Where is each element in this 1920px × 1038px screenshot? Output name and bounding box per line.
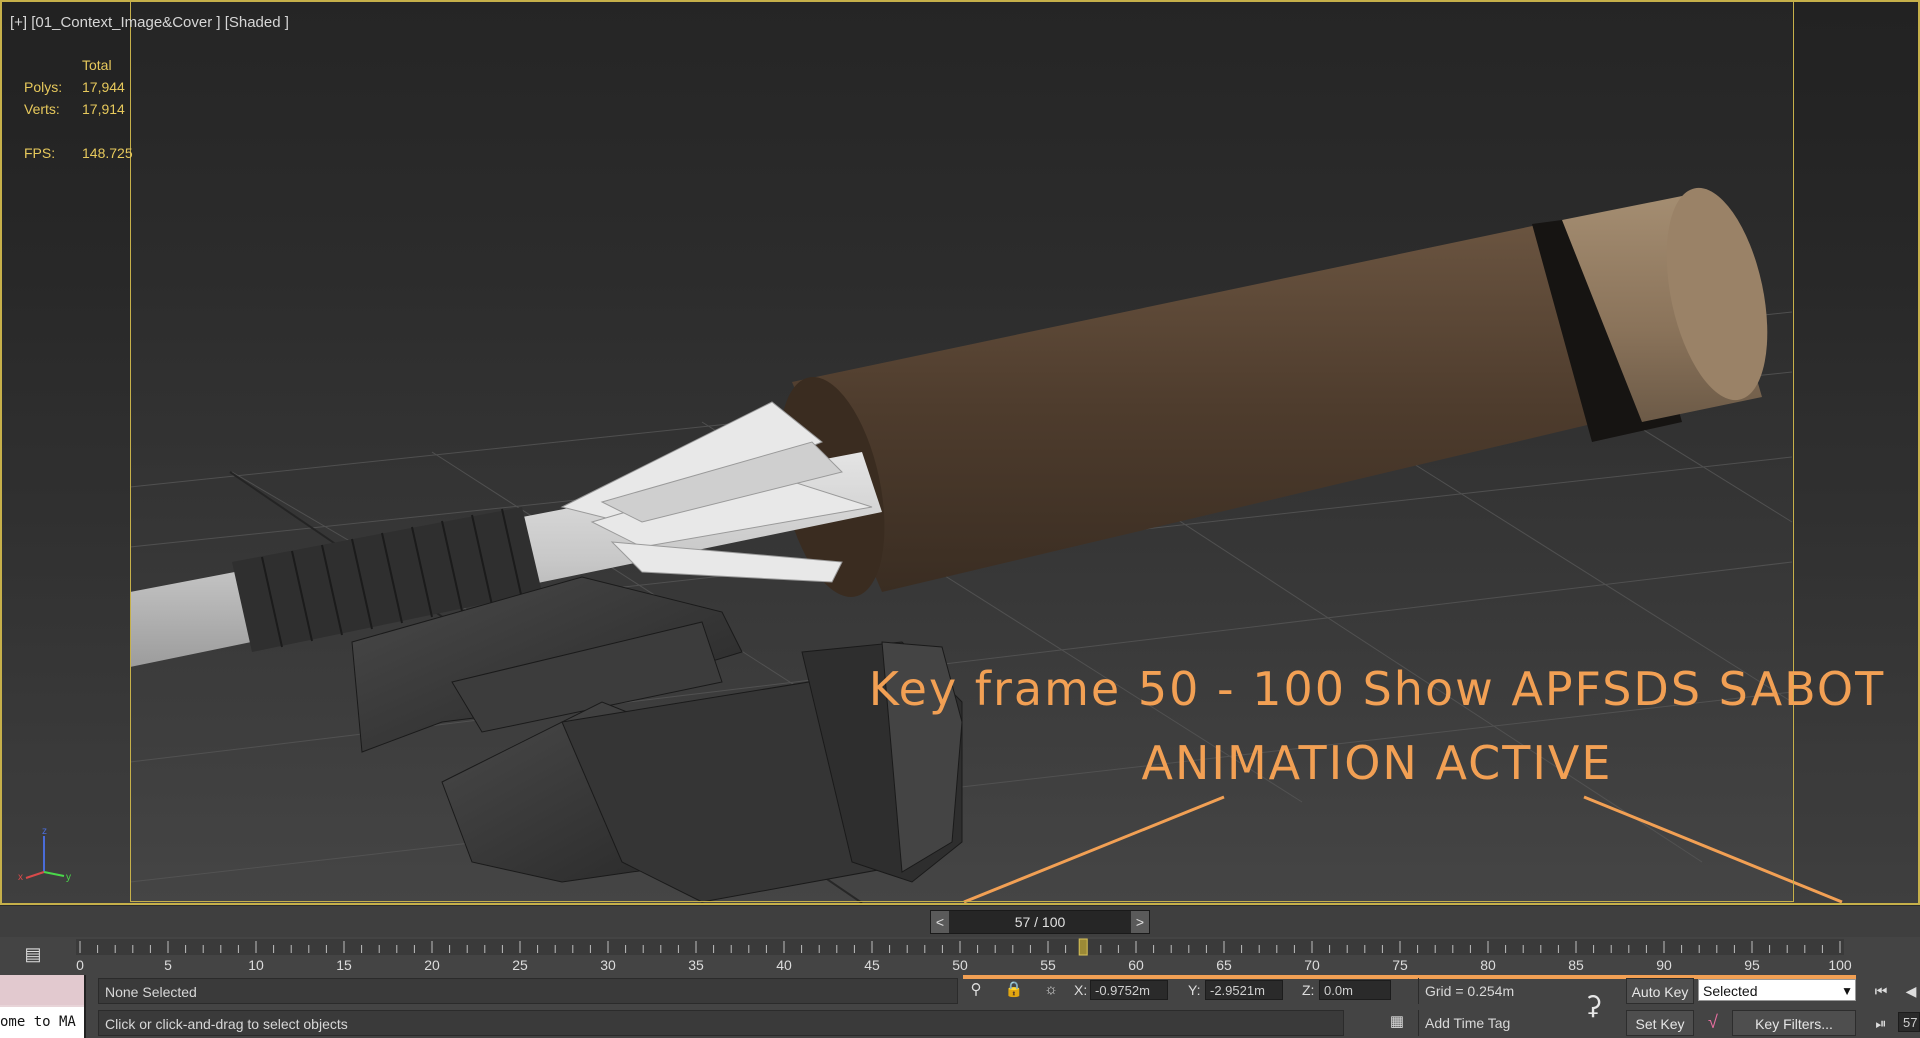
status-bar: ome to MA None Selected Click or click-a…: [0, 975, 1920, 1038]
ruler-tick-label: 70: [1304, 957, 1320, 973]
ruler-tick-label: 100: [1828, 957, 1852, 973]
ruler-tick-label: 90: [1656, 957, 1672, 973]
ruler-tick-label: 30: [600, 957, 616, 973]
axis-x-label: x: [18, 872, 23, 882]
frame-counter: 57 / 100: [1014, 914, 1066, 930]
ruler-tick-label: 20: [424, 957, 440, 973]
polys-label: Polys:: [24, 79, 63, 95]
absolute-mode-transform-icon[interactable]: ☼: [1040, 979, 1062, 1001]
time-slider[interactable]: < 57 / 100 >: [0, 905, 1920, 938]
annotation-line-1: Key frame 50 - 100 Show APFSDS SABOT: [868, 662, 1886, 716]
time-tag-icon[interactable]: ▦: [1386, 1011, 1408, 1033]
selection-lock-icon[interactable]: 🔒: [1003, 979, 1025, 1001]
add-time-tag-button[interactable]: Add Time Tag: [1418, 1010, 1559, 1036]
key-icon[interactable]: ⚳: [1568, 985, 1618, 1025]
z-coordinate-label: Z:: [1302, 982, 1315, 998]
maxscript-output[interactable]: [0, 975, 84, 1005]
polys-value: 17,944: [82, 79, 125, 95]
verts-value: 17,914: [82, 101, 125, 117]
previous-key-icon[interactable]: ◀: [1898, 979, 1920, 1003]
selection-status: None Selected: [98, 978, 958, 1004]
ruler-tick-label: 40: [776, 957, 792, 973]
isolate-selection-icon[interactable]: ⚲: [965, 979, 987, 1001]
frame-ruler[interactable]: 0 5 10 15 20 25 30 35 40 45 50 55 60 65 70 75 80 85 90 95 10…: [0, 937, 1920, 975]
key-mode-select[interactable]: Selected ▼: [1698, 979, 1856, 1001]
maxscript-input[interactable]: ome to MA: [0, 1007, 84, 1038]
next-frame-button[interactable]: >: [1131, 911, 1149, 933]
verts-label: Verts:: [24, 101, 60, 117]
curve-editor-icon[interactable]: √: [1700, 1009, 1726, 1035]
z-coordinate-field[interactable]: 0.0m: [1319, 980, 1391, 1000]
auto-key-button[interactable]: Auto Key: [1626, 978, 1694, 1004]
ruler-tick-label: 25: [512, 957, 528, 973]
x-coordinate-label: X:: [1074, 982, 1088, 998]
ruler-tick-label: 15: [336, 957, 352, 973]
key-mode-value: Selected: [1703, 983, 1758, 999]
perspective-viewport[interactable]: [+] [01_Context_Image&Cover ] [Shaded ] …: [0, 0, 1920, 905]
previous-frame-button[interactable]: <: [931, 911, 949, 933]
chevron-down-icon: ▼: [1841, 984, 1853, 998]
current-frame-marker: [1078, 938, 1088, 956]
viewport-label-menu[interactable]: [+] [01_Context_Image&Cover ] [Shaded ]: [10, 14, 289, 31]
stats-header: Total: [82, 57, 112, 73]
ruler-tick-label: 35: [688, 957, 704, 973]
go-to-start-icon[interactable]: ⏮: [1868, 979, 1894, 1003]
ruler-tick-label: 95: [1744, 957, 1760, 973]
ruler-tick-label: 45: [864, 957, 880, 973]
maxscript-listener[interactable]: ome to MA: [0, 975, 86, 1038]
annotation-line-2: ANIMATION ACTIVE: [1141, 736, 1613, 790]
axis-gizmo-icon: z x y: [18, 826, 71, 882]
annotation-overlay: Key frame 50 - 100 Show APFSDS SABOT ANI…: [832, 652, 1918, 800]
ruler-tick-label: 85: [1568, 957, 1584, 973]
time-slider-thumb[interactable]: < 57 / 100 >: [930, 910, 1150, 934]
ruler-tick-label: 65: [1216, 957, 1232, 973]
ruler-tick-label: 80: [1480, 957, 1496, 973]
ruler-tick-label: 5: [164, 957, 172, 973]
fps-label: FPS:: [24, 145, 56, 161]
set-key-button[interactable]: Set Key: [1626, 1010, 1694, 1036]
prompt-line: Click or click-and-drag to select object…: [98, 1010, 1344, 1036]
current-frame-field[interactable]: 57: [1898, 1012, 1920, 1032]
cartridge-casing: [779, 187, 1768, 598]
key-mode-toggle-icon[interactable]: ⏯: [1868, 1011, 1894, 1035]
ruler-tick-label: 75: [1392, 957, 1408, 973]
axis-z-label: z: [42, 826, 47, 837]
ruler-tick-label: 10: [248, 957, 264, 973]
ruler-tick-label: 0: [76, 957, 84, 973]
ruler-tick-label: 50: [952, 957, 968, 973]
fps-value: 148.725: [82, 145, 133, 161]
ruler-tick-label: 55: [1040, 957, 1056, 973]
callout-lines: [963, 795, 1843, 903]
track-bar[interactable]: ▤ 0 5 10 15 20 25 30 35 40 45 50 55 60 65 70 75 80 85 90 95…: [0, 937, 1920, 975]
y-coordinate-label: Y:: [1188, 982, 1201, 998]
ruler-tick-label: 60: [1128, 957, 1144, 973]
x-coordinate-field[interactable]: -0.9752m: [1090, 980, 1168, 1000]
key-filters-button[interactable]: Key Filters...: [1732, 1010, 1856, 1036]
grid-spacing: Grid = 0.254m: [1418, 978, 1575, 1004]
y-coordinate-field[interactable]: -2.9521m: [1205, 980, 1283, 1000]
axis-y-label: y: [66, 872, 71, 882]
